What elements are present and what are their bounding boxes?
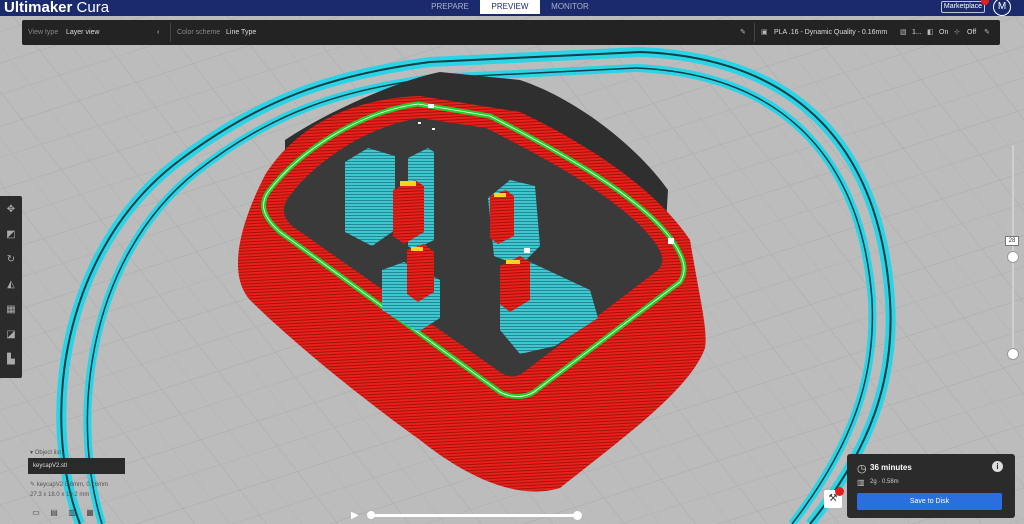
object-list-header[interactable]: ▾ Object list — [30, 449, 61, 456]
divider — [754, 23, 755, 42]
edit-icon[interactable]: ✎ — [740, 20, 746, 45]
path-slider-track[interactable] — [370, 514, 578, 517]
edit-settings-icon[interactable]: ✎ — [984, 20, 990, 45]
print-job-panel: ◷ 36 minutes i ▥ 2g · 0.58m Save to Disk — [847, 454, 1015, 518]
spool-icon: ▥ — [857, 478, 865, 487]
path-slider-start-handle[interactable] — [367, 511, 375, 519]
tool-strip: ✥ ◩ ↻ ◭ ▦ ◪ ▙ — [0, 196, 22, 378]
multiply-icon[interactable]: ▥ — [66, 508, 78, 518]
info-icon[interactable]: i — [992, 461, 1003, 472]
layer-slider-top-handle[interactable] — [1007, 251, 1019, 263]
color-scheme-label: Color scheme — [177, 29, 221, 36]
infill-value[interactable]: 1... — [912, 20, 922, 45]
tab-prepare[interactable]: PREPARE — [420, 0, 480, 14]
app-title: Ultimaker Cura — [4, 0, 110, 16]
support-value[interactable]: On — [939, 20, 948, 45]
center-icon[interactable]: ▭ — [30, 508, 42, 518]
support-icon: ◧ — [927, 29, 934, 36]
scale-icon[interactable]: ◩ — [3, 227, 19, 243]
collapse-icon[interactable]: ‹ — [157, 20, 159, 45]
3d-viewport[interactable]: ✥ ◩ ↻ ◭ ▦ ◪ ▙ 28 — [0, 16, 1024, 524]
save-to-disk-button[interactable]: Save to Disk — [857, 493, 1002, 510]
view-type-label: View type — [28, 29, 59, 36]
object-info-name: ✎ keycapV2 0.6mm, 0.16mm — [30, 482, 109, 488]
infill-icon: ▧ — [900, 29, 907, 36]
object-actions: ▭ ▤ ▥ ▦ — [30, 508, 102, 518]
material-estimate: 2g · 0.58m — [870, 479, 899, 485]
adhesion-icon: ⊹ — [954, 29, 960, 36]
notification-badge — [835, 487, 844, 496]
support-blocker-icon[interactable]: ◪ — [3, 327, 19, 343]
path-slider-end-handle[interactable] — [573, 511, 582, 520]
stage-tabs: PREPARE PREVIEW MONITOR — [420, 0, 600, 16]
arrange-icon[interactable]: ▤ — [48, 508, 60, 518]
rotate-icon[interactable]: ↻ — [3, 252, 19, 268]
move-icon[interactable]: ✥ — [3, 202, 19, 218]
color-scheme-dropdown[interactable]: Line Type — [226, 20, 256, 45]
clock-icon: ◷ — [857, 463, 867, 475]
tab-preview[interactable]: PREVIEW — [480, 0, 540, 14]
account-avatar[interactable]: M — [993, 0, 1011, 16]
play-icon[interactable]: ▶ — [351, 510, 363, 522]
adhesion-value[interactable]: Off — [967, 20, 976, 45]
mirror-icon[interactable]: ◭ — [3, 277, 19, 293]
delete-icon[interactable]: ▦ — [84, 508, 96, 518]
app-header: Ultimaker Cura PREPARE PREVIEW MONITOR M… — [0, 0, 1024, 16]
object-list-item[interactable]: keycapV2.stl — [28, 458, 125, 474]
view-type-dropdown[interactable]: Layer view — [66, 20, 99, 45]
marketplace-button[interactable]: Marketplace — [941, 1, 985, 13]
view-toolbar: View type Layer view ‹ Color scheme Line… — [22, 20, 1000, 45]
notification-badge — [981, 0, 989, 5]
layer-view-scene — [0, 16, 1024, 524]
profile-selector[interactable]: PLA .16 - Dynamic Quality - 0.16mm — [774, 20, 887, 45]
layer-icon[interactable]: ▙ — [3, 352, 19, 368]
divider — [170, 23, 171, 42]
layer-number[interactable]: 28 — [1005, 236, 1019, 246]
layer-slider-bottom-handle[interactable] — [1007, 348, 1019, 360]
print-time: 36 minutes — [870, 463, 912, 472]
per-model-settings-icon[interactable]: ▦ — [3, 302, 19, 318]
printer-icon: ▣ — [761, 29, 768, 36]
layer-slider-track[interactable] — [1012, 145, 1014, 355]
tab-monitor[interactable]: MONITOR — [540, 0, 600, 14]
object-dimensions: 27.3 x 18.0 x 10.2 mm — [30, 492, 90, 498]
